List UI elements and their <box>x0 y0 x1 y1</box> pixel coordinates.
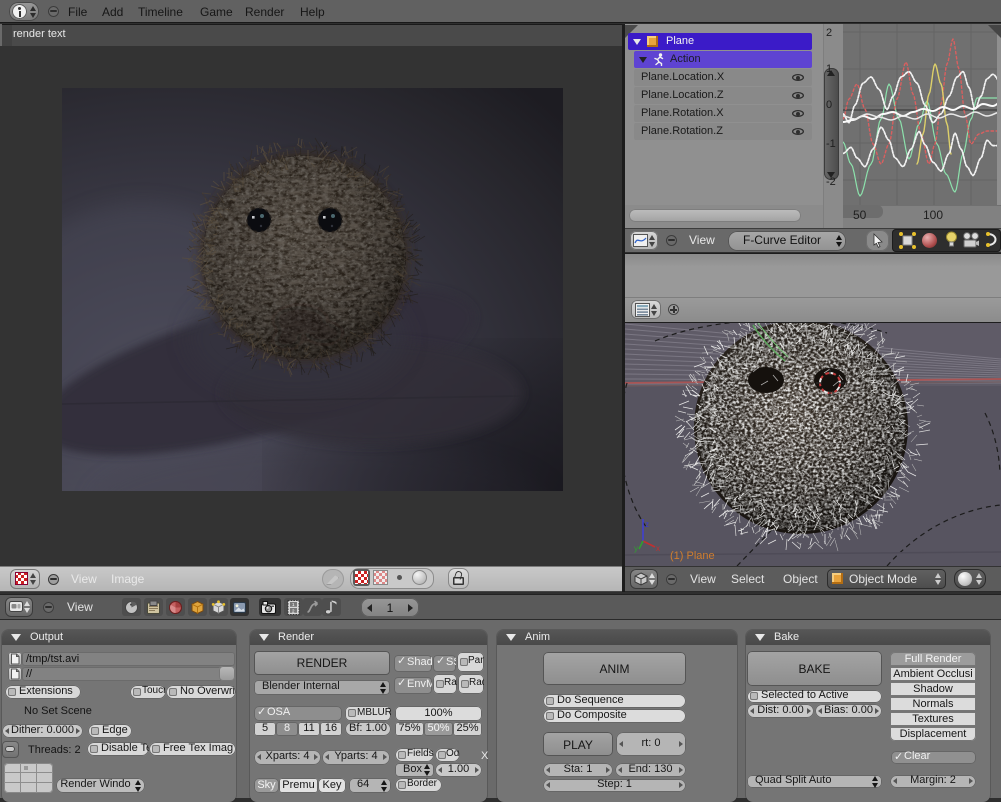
svg-text:y: y <box>634 544 638 553</box>
svg-text:(1) Plane: (1) Plane <box>670 550 715 562</box>
svg-text:z: z <box>645 520 649 529</box>
svg-text:x: x <box>656 544 660 553</box>
